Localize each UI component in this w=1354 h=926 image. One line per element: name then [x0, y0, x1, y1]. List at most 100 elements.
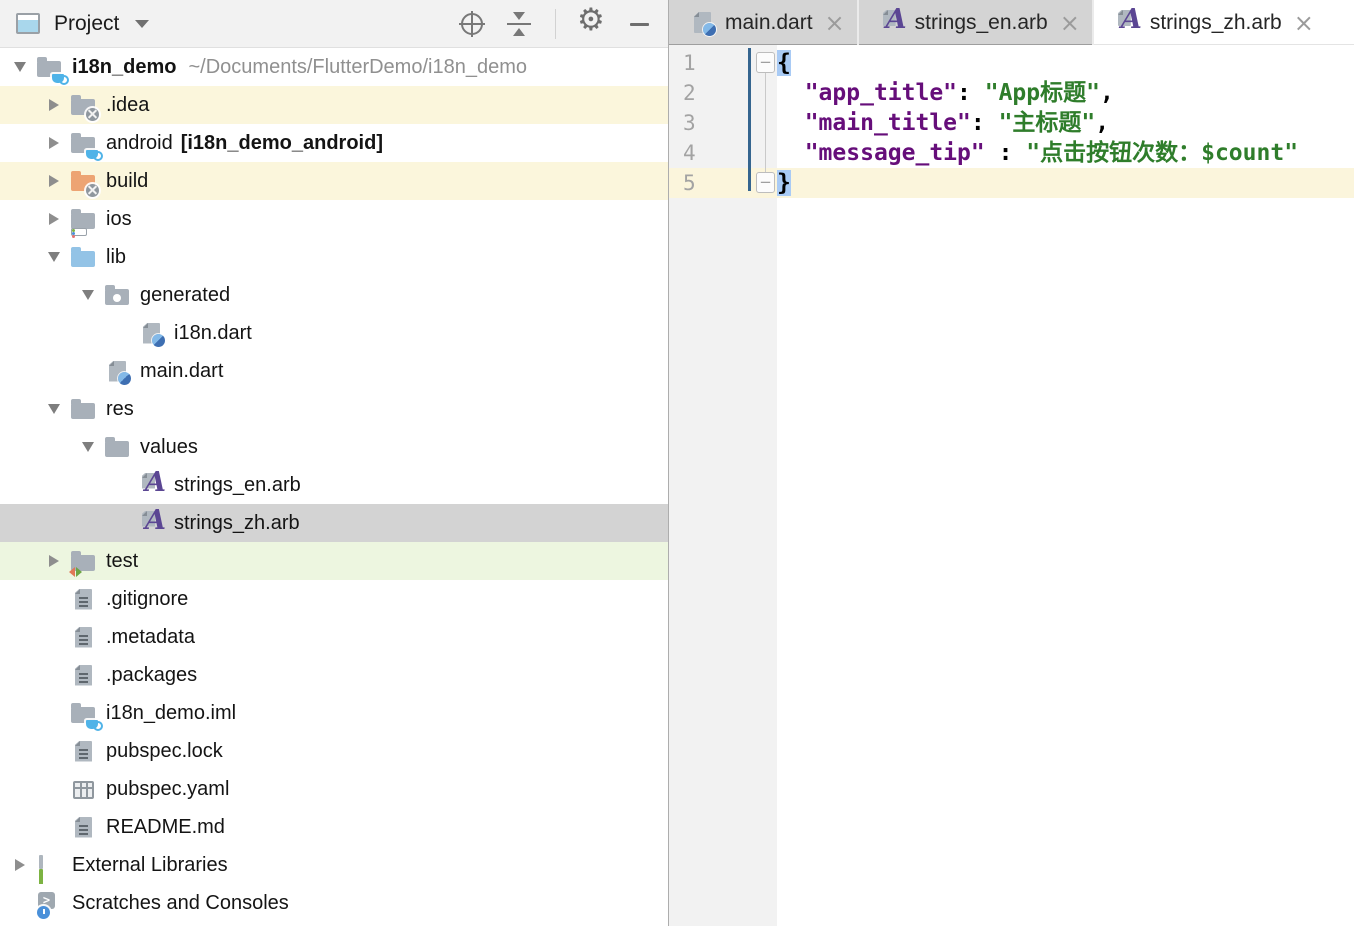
code-line-2[interactable]: 2 "app_title": "App标题",: [669, 78, 1354, 108]
tree-item-qualifier: [i18n_demo_android]: [181, 132, 383, 155]
editor-tab-main-dart[interactable]: main.dart ×: [669, 0, 859, 45]
expand-arrow[interactable]: [38, 555, 70, 567]
tree-row-scratches-and-consoles[interactable]: > Scratches and Consoles: [0, 884, 668, 922]
text-file-icon: [70, 662, 98, 689]
project-toolbar: Project: [0, 0, 668, 48]
tree-row-android[interactable]: android[i18n_demo_android]: [0, 124, 668, 162]
tree-item-label: values: [140, 436, 198, 459]
tab-close-icon[interactable]: ×: [1060, 11, 1080, 35]
project-tool-window: Project i18n_demo~/Documents/FlutterDemo…: [0, 0, 669, 926]
excluded-build-folder-icon: [70, 168, 98, 195]
line-number: 3: [669, 108, 777, 138]
tree-item-label: pubspec.lock: [106, 740, 223, 763]
fold-end-icon[interactable]: −: [756, 172, 775, 193]
scratches-icon: >: [36, 890, 64, 917]
locate-target-icon[interactable]: [461, 13, 483, 35]
code-text: "main_title": "主标题",: [777, 108, 1109, 138]
expand-arrow[interactable]: [38, 137, 70, 149]
tree-row-lib[interactable]: lib: [0, 238, 668, 276]
tree-item-label: i18n_demo.iml: [106, 702, 236, 725]
expand-arrow[interactable]: [38, 213, 70, 225]
arb-file-icon: A: [879, 9, 907, 36]
expand-arrow[interactable]: [72, 290, 104, 300]
expand-arrow[interactable]: [38, 175, 70, 187]
tab-close-icon[interactable]: ×: [825, 11, 845, 35]
tab-label: main.dart: [725, 11, 813, 35]
code-line-4[interactable]: 4 "message_tip" : "点击按钮次数：$count": [669, 138, 1354, 168]
settings-gear-icon[interactable]: [580, 12, 604, 36]
tree-row-gitignore[interactable]: .gitignore: [0, 580, 668, 618]
test-folder-icon: [70, 548, 98, 575]
line-number: 2: [669, 78, 777, 108]
tree-row-readme-md[interactable]: README.md: [0, 808, 668, 846]
tree-row-res[interactable]: res: [0, 390, 668, 428]
expand-arrow[interactable]: [38, 252, 70, 262]
expand-arrow[interactable]: [4, 62, 36, 72]
arb-file-icon: A: [1114, 9, 1142, 36]
tree-row-values[interactable]: values: [0, 428, 668, 466]
tree-row-external-libraries[interactable]: External Libraries: [0, 846, 668, 884]
arb-file-icon: A: [138, 510, 166, 537]
editor-tab-strings-en-arb[interactable]: Astrings_en.arb ×: [859, 0, 1094, 45]
tree-row-packages[interactable]: .packages: [0, 656, 668, 694]
chevron-down-icon[interactable]: [135, 20, 149, 28]
tree-row-i18n-demo[interactable]: i18n_demo~/Documents/FlutterDemo/i18n_de…: [0, 48, 668, 86]
tree-row-generated[interactable]: generated: [0, 276, 668, 314]
tree-item-label: .packages: [106, 664, 197, 687]
tree-item-label: .idea: [106, 94, 149, 117]
tree-item-label: .gitignore: [106, 588, 188, 611]
code-text: "app_title": "App标题",: [777, 78, 1114, 108]
tree-item-label: .metadata: [106, 626, 195, 649]
tree-row-build[interactable]: build: [0, 162, 668, 200]
flutter-module-folder-icon: [70, 130, 98, 157]
fold-start-icon[interactable]: −: [756, 52, 775, 73]
editor-tab-strings-zh-arb[interactable]: Astrings_zh.arb×: [1094, 0, 1326, 45]
code-line-3[interactable]: 3 "main_title": "主标题",: [669, 108, 1354, 138]
tree-item-label: test: [106, 550, 138, 573]
tree-row-pubspec-yaml[interactable]: pubspec.yaml: [0, 770, 668, 808]
tree-row-strings-zh-arb[interactable]: Astrings_zh.arb: [0, 504, 668, 542]
tree-row-idea[interactable]: .idea: [0, 86, 668, 124]
tree-row-pubspec-lock[interactable]: pubspec.lock: [0, 732, 668, 770]
idea-config-folder-icon: [70, 92, 98, 119]
tree-item-label: generated: [140, 284, 230, 307]
ios-folder-icon: [70, 206, 98, 233]
code-editor[interactable]: 1{2 "app_title": "App标题",3 "main_title":…: [669, 45, 1354, 926]
expand-arrow[interactable]: [38, 404, 70, 414]
flutter-module-folder-icon: [70, 700, 98, 727]
code-text: "message_tip" : "点击按钮次数：$count": [777, 138, 1298, 168]
expand-arrow[interactable]: [4, 859, 36, 871]
tree-item-path: ~/Documents/FlutterDemo/i18n_demo: [188, 56, 527, 79]
tree-item-label: strings_zh.arb: [174, 512, 300, 535]
tab-label: strings_en.arb: [915, 11, 1048, 35]
arb-file-icon: A: [138, 472, 166, 499]
tree-row-metadata[interactable]: .metadata: [0, 618, 668, 656]
collapse-all-icon[interactable]: [507, 12, 531, 36]
tree-row-strings-en-arb[interactable]: Astrings_en.arb: [0, 466, 668, 504]
tree-row-test[interactable]: test: [0, 542, 668, 580]
ide-window: Project i18n_demo~/Documents/FlutterDemo…: [0, 0, 1354, 926]
tree-row-i18n-demo-iml[interactable]: i18n_demo.iml: [0, 694, 668, 732]
text-file-icon: [70, 738, 98, 765]
generated-folder-icon: [104, 282, 132, 309]
tree-row-i18n-dart[interactable]: i18n.dart: [0, 314, 668, 352]
hide-panel-icon[interactable]: [628, 12, 652, 36]
tab-close-icon[interactable]: ×: [1294, 11, 1314, 35]
expand-arrow[interactable]: [38, 99, 70, 111]
code-text: {: [777, 48, 791, 78]
tree-row-ios[interactable]: ios: [0, 200, 668, 238]
text-file-icon: [70, 586, 98, 613]
expand-arrow[interactable]: [72, 442, 104, 452]
tree-item-label: Scratches and Consoles: [72, 892, 289, 915]
source-root-folder-icon: [70, 244, 98, 271]
flutter-module-folder-icon: [36, 54, 64, 81]
fold-region-line: [765, 73, 766, 172]
toolbar-separator: [555, 9, 556, 39]
tree-row-main-dart[interactable]: main.dart: [0, 352, 668, 390]
text-file-icon: [70, 624, 98, 651]
tree-item-label: strings_en.arb: [174, 474, 301, 497]
toolbar-actions: [461, 9, 652, 39]
tree-item-label: README.md: [106, 816, 225, 839]
project-view-selector[interactable]: Project: [54, 12, 119, 36]
code-text: }: [777, 168, 791, 198]
